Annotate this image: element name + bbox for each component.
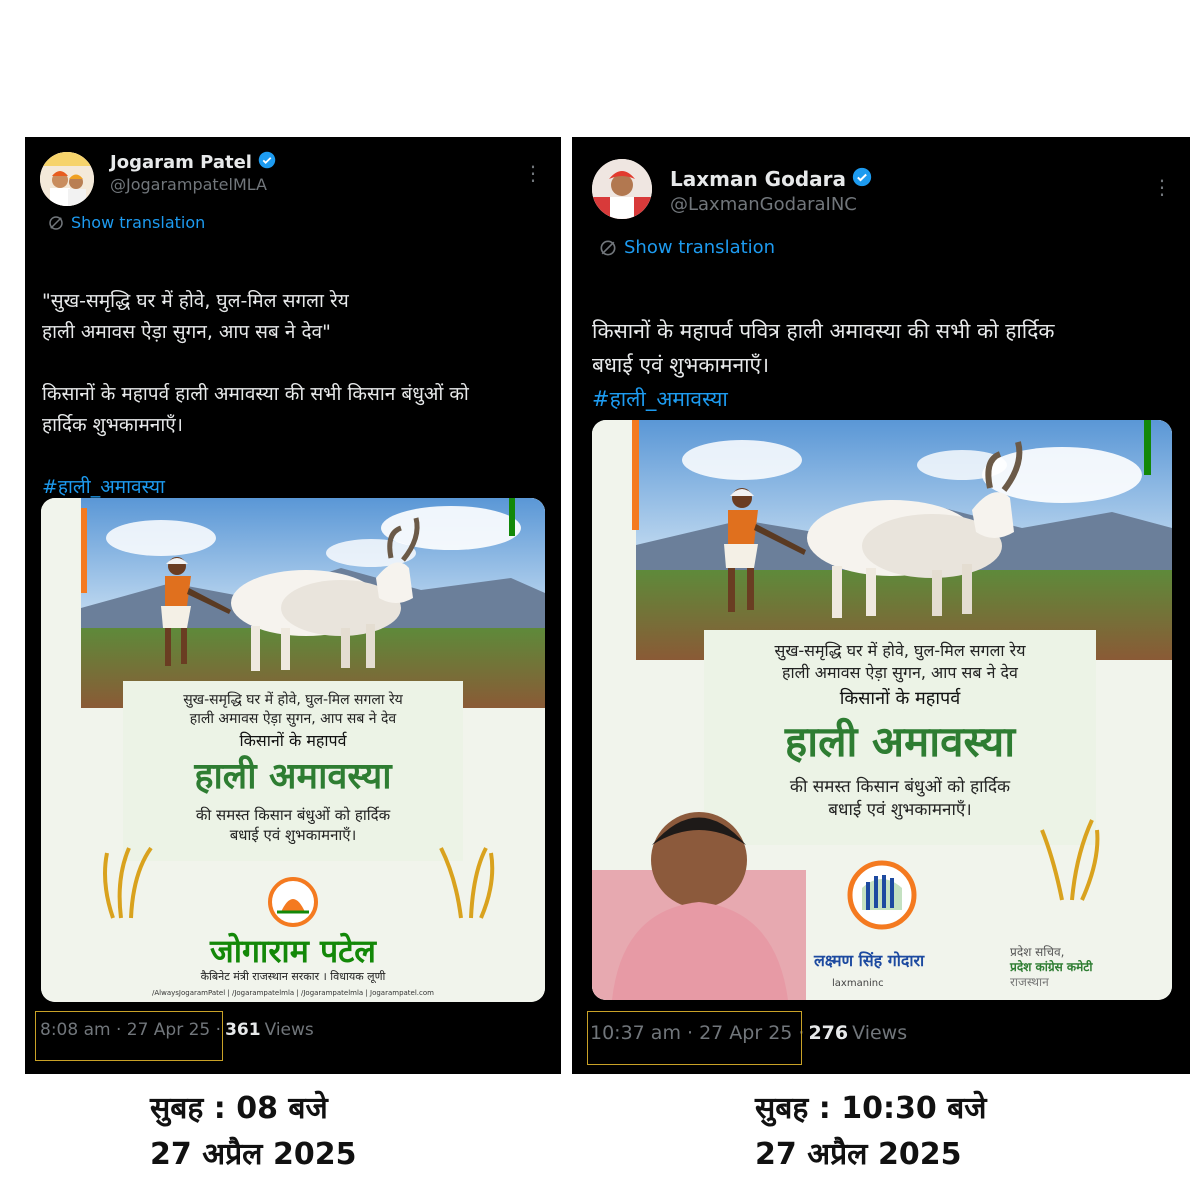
left-caption-date: 27 अप्रैल 2025 [150,1137,357,1172]
display-name[interactable]: Jogaram Patel [110,152,252,173]
translate-icon [47,214,65,232]
poster-designation-2: प्रदेश कांग्रेस कमेटी [1009,960,1093,974]
poster-couplet-1: सुख-समृद्धि घर में होवे, घुल-मिल सगला रे… [183,691,403,708]
user-handle[interactable]: @LaxmanGodaraINC [670,194,857,215]
display-name[interactable]: Laxman Godara [670,167,846,191]
poster-leader-name: लक्ष्मण सिंह गोदारा [813,951,925,970]
show-translation-label[interactable]: Show translation [71,213,205,232]
poster-wish-1: की समस्त किसान बंधुओं को हार्दिक [790,776,1011,797]
avatar[interactable] [40,152,94,206]
show-translation-label[interactable]: Show translation [624,237,775,258]
poster-wish-1: की समस्त किसान बंधुओं को हार्दिक [196,806,391,825]
translate-icon [598,238,618,258]
poster-wish-2: बधाई एवं शुभकामनाएँ। [230,826,357,845]
poster-designation-3: राजस्थान [1010,975,1049,989]
hashtag-link[interactable]: #हाली_अमावस्या [592,382,1172,416]
views-label: Views [852,1022,908,1044]
left-caption: सुबह : 08 बजे 27 अप्रैल 2025 [150,1086,356,1178]
right-caption: सुबह : 10:30 बजे 27 अप्रैल 2025 [755,1086,987,1178]
verified-badge-icon [852,167,872,191]
poster-leader-name: जोगाराम पटेल [209,932,377,970]
timestamp-highlight-box [35,1011,223,1061]
tweet-image[interactable]: सुख-समृद्धि घर में होवे, घुल-मिल सगला रे… [592,420,1172,1000]
poster-couplet-1: सुख-समृद्धि घर में होवे, घुल-मिल सगला रे… [775,641,1027,661]
poster-festival-name: हाली अमावस्या [193,755,393,797]
show-translation-link[interactable]: Show translation [47,213,205,232]
tweet-card-jogaram[interactable]: Jogaram Patel @JogarampatelMLA ⋮ Show tr… [25,137,561,1074]
right-caption-date: 27 अप्रैल 2025 [755,1137,962,1172]
avatar[interactable] [592,159,652,219]
right-caption-time: सुबह : 10:30 बजे [755,1091,987,1126]
poster-designation-1: प्रदेश सचिव, [1010,945,1065,959]
poster-couplet-2: हाली अमावस ऐड़ा सुगन, आप सब ने देव [190,710,397,727]
poster-leader-title: कैबिनेट मंत्री राजस्थान सरकार । विधायक ल… [201,970,386,984]
more-options-icon[interactable]: ⋮ [523,163,543,183]
poster-social-line: /AlwaysJogaramPatel | /Jogarampatelmla |… [152,989,434,997]
poster-wish-2: बधाई एवं शुभकामनाएँ। [828,799,971,820]
tweet-card-laxman[interactable]: Laxman Godara @LaxmanGodaraINC ⋮ Show tr… [572,137,1190,1074]
views-count: 276 [808,1022,849,1044]
poster-festival-of: किसानों के महापर्व [840,687,961,709]
tweet-body: किसानों के महापर्व पवित्र हाली अमावस्या … [592,319,1055,377]
poster-festival-name: हाली अमावस्या [784,717,1017,766]
show-translation-link[interactable]: Show translation [598,237,775,258]
more-options-icon[interactable]: ⋮ [1152,177,1172,197]
poster-festival-of: किसानों के महापर्व [239,731,347,750]
poster-social-handle: laxmaninc [832,978,884,989]
tweet-body: "सुख-समृद्धि घर में होवे, घुल-मिल सगला र… [42,290,469,436]
tweet-text: "सुख-समृद्धि घर में होवे, घुल-मिल सगला र… [42,255,547,534]
user-handle[interactable]: @JogarampatelMLA [110,175,267,194]
left-caption-time: सुबह : 08 बजे [150,1091,328,1126]
views-label: Views [264,1020,314,1040]
timestamp-highlight-box [587,1011,802,1065]
verified-badge-icon [258,151,276,173]
poster-couplet-2: हाली अमावस ऐड़ा सुगन, आप सब ने देव [782,663,1019,683]
views-count: 361 [225,1020,261,1040]
tweet-image[interactable]: सुख-समृद्धि घर में होवे, घुल-मिल सगला रे… [41,498,545,1002]
